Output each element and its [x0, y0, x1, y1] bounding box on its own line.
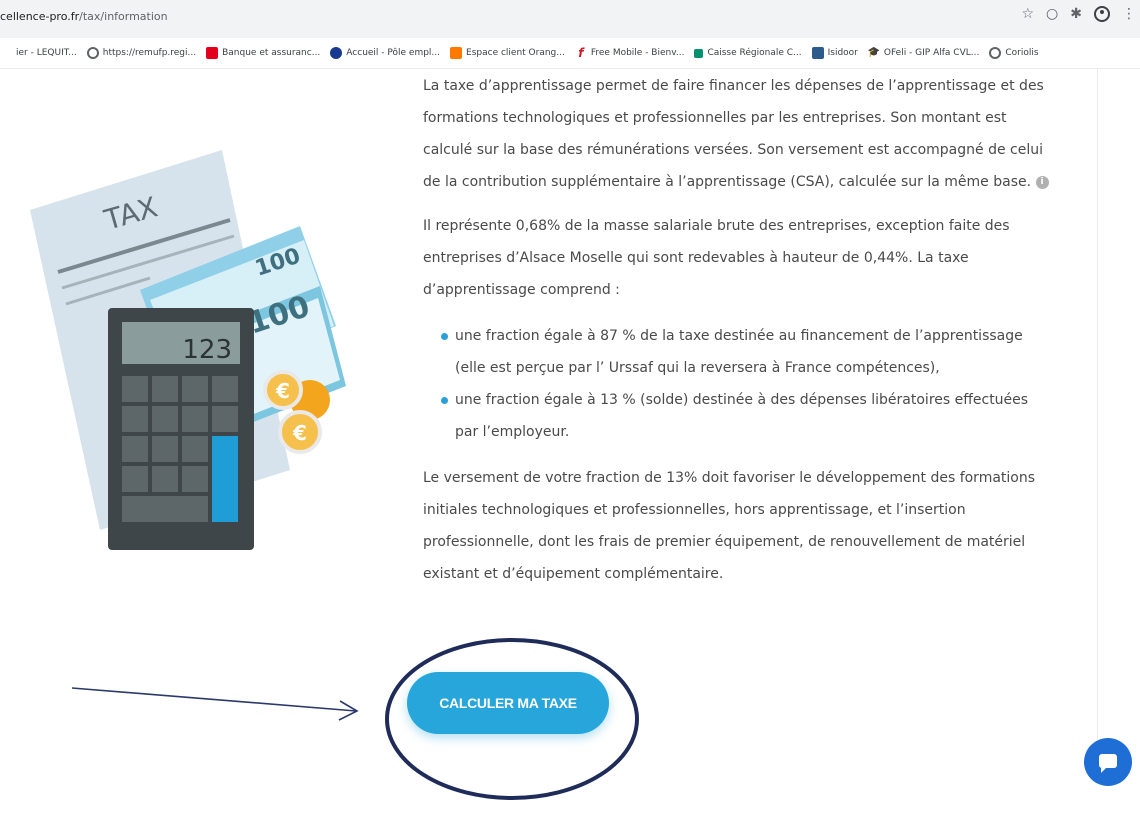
menu-icon[interactable]: ⋮ — [1122, 6, 1136, 22]
info-icon[interactable]: i — [1035, 175, 1049, 189]
list-item-text: une fraction égale à 87 % de la taxe des… — [455, 328, 1023, 376]
graduation-cap-icon: 🎓 — [867, 47, 881, 58]
bookmark-item[interactable]: https://remufp.regi... — [86, 47, 197, 59]
puzzle-icon[interactable]: ✱ — [1070, 6, 1082, 22]
calculate-tax-button[interactable]: CALCULER MA TAXE — [407, 672, 609, 734]
page-scroll-divider — [1097, 68, 1098, 748]
paragraph-intro: La taxe d’apprentissage permet de faire … — [423, 70, 1055, 198]
coin-symbol: € — [292, 421, 307, 445]
bookmark-favicon-icon — [0, 47, 12, 59]
bookmark-label: https://remufp.regi... — [102, 48, 197, 58]
url-field[interactable]: cellence-pro.fr/tax/information — [0, 10, 168, 23]
extension-icon[interactable]: ○ — [1046, 6, 1058, 22]
bookmark-label: Coriolis — [1005, 48, 1039, 58]
bookmark-label: OFeli - GIP Alfa CVL... — [883, 48, 980, 58]
chat-launcher-button[interactable] — [1084, 738, 1132, 786]
bookmark-item[interactable]: Accueil - Pôle empl... — [330, 47, 440, 59]
tax-calculator-illustration: TAX 100 100 123 € € — [30, 150, 346, 550]
browser-toolbar-icons: ☆ ○ ✱ ⋮ — [1021, 6, 1136, 22]
bookmark-item[interactable]: Banque et assuranc... — [206, 47, 320, 59]
bookmark-label: ier - LEQUIT... — [16, 48, 77, 58]
arrow-annotation-icon — [71, 687, 359, 721]
bookmark-label: Banque et assuranc... — [222, 48, 321, 58]
paragraph-fraction: Le versement de votre fraction de 13% do… — [423, 470, 1036, 582]
isidoor-favicon-icon — [811, 47, 824, 59]
bookmark-label: Caisse Régionale C... — [707, 48, 802, 58]
bookmark-item[interactable]: Espace client Orang... — [450, 47, 565, 59]
paragraph-rate: Il représente 0,68% de la masse salarial… — [423, 218, 1010, 298]
calculator-display-value: 123 — [182, 335, 232, 365]
bookmark-item[interactable]: ier - LEQUIT... — [0, 47, 77, 59]
bookmark-item[interactable]: f Free Mobile - Bienv... — [575, 46, 685, 60]
list-item-text: une fraction égale à 13 % (solde) destin… — [455, 392, 1029, 440]
chat-bubble-icon — [1099, 754, 1117, 773]
paragraph-intro-text: La taxe d’apprentissage permet de faire … — [423, 78, 1044, 190]
url-domain: cellence-pro.fr — [0, 10, 80, 23]
bookmark-item[interactable]: Caisse Régionale C... — [694, 48, 802, 58]
bookmark-label: Espace client Orang... — [466, 48, 565, 58]
globe-icon — [86, 47, 99, 59]
tax-information-article: La taxe d’apprentissage permet de faire … — [423, 70, 1055, 590]
bookmark-item[interactable]: 🎓 OFeli - GIP Alfa CVL... — [868, 47, 979, 59]
bookmark-label: Accueil - Pôle empl... — [346, 48, 441, 58]
bank-favicon-icon — [206, 47, 219, 59]
browser-address-bar: cellence-pro.fr/tax/information ☆ ○ ✱ ⋮ — [0, 0, 1140, 38]
url-path: /tax/information — [79, 10, 168, 23]
page: cellence-pro.fr/tax/information ☆ ○ ✱ ⋮ … — [0, 0, 1140, 819]
bookmark-label: Isidoor — [827, 48, 858, 58]
list-item: une fraction égale à 13 % (solde) destin… — [441, 384, 1055, 448]
free-favicon-icon: f — [578, 46, 584, 60]
bullet-icon — [441, 333, 448, 340]
pole-emploi-favicon-icon — [330, 47, 343, 59]
orange-favicon-icon — [450, 47, 463, 59]
globe-icon — [989, 47, 1002, 59]
bookmark-label: Free Mobile - Bienv... — [590, 48, 685, 58]
coin-symbol: € — [275, 379, 290, 403]
calculator-icon: 123 — [108, 308, 254, 550]
credit-agricole-favicon-icon — [694, 48, 704, 58]
profile-icon[interactable] — [1094, 6, 1110, 22]
bookmark-item[interactable]: Coriolis — [989, 47, 1039, 59]
star-icon[interactable]: ☆ — [1021, 6, 1034, 22]
fraction-list: une fraction égale à 87 % de la taxe des… — [423, 320, 1055, 448]
bullet-icon — [441, 397, 448, 404]
bookmarks-bar: ier - LEQUIT... https://remufp.regi... B… — [0, 38, 1140, 69]
bookmark-item[interactable]: Isidoor — [811, 47, 858, 59]
list-item: une fraction égale à 87 % de la taxe des… — [441, 320, 1055, 384]
